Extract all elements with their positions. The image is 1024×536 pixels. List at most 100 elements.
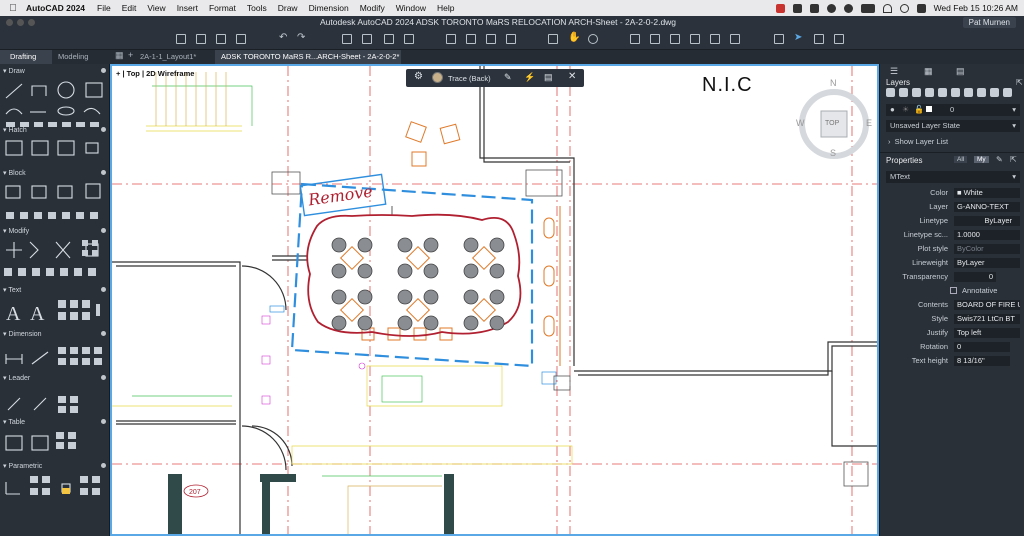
layer-color-swatch[interactable] [926, 106, 932, 112]
apple-menu-icon[interactable]:  [0, 3, 26, 14]
chevron-down-icon[interactable]: ▾ [1012, 171, 1016, 183]
section-parametric[interactable]: ▾ Parametric [0, 462, 110, 471]
menu-dimension[interactable]: Dimension [309, 3, 349, 13]
open-file-icon[interactable] [196, 34, 206, 44]
prop-row-color[interactable]: Color ■ White [886, 188, 1020, 198]
prop-value[interactable]: Top left [954, 328, 1020, 338]
search-icon[interactable] [899, 3, 909, 13]
properties-tab-all[interactable]: All [954, 156, 968, 163]
status-app-icon[interactable] [775, 3, 785, 13]
properties-tab-icon[interactable]: ▤ [956, 66, 965, 77]
prop-row-linetype-scale[interactable]: Linetype sc... 1.0000 [886, 230, 1020, 240]
settings-dot-icon[interactable] [101, 331, 106, 336]
status-icon[interactable] [792, 3, 802, 13]
view-menu-button[interactable]: Top [127, 69, 140, 78]
layer-lock-icon[interactable] [990, 88, 999, 97]
layer-match-icon[interactable] [650, 34, 660, 44]
chevron-down-icon[interactable]: ▾ [1012, 105, 1016, 114]
book-icon[interactable] [774, 34, 784, 44]
annotative-checkbox[interactable] [950, 287, 957, 294]
prop-row-justify[interactable]: Justify Top left [886, 328, 1020, 338]
viewcube-west[interactable]: W [796, 118, 805, 128]
new-layer-icon[interactable] [886, 88, 895, 97]
panel-expand-icon[interactable]: ⇱ [1016, 78, 1023, 87]
app-menu[interactable]: AutoCAD 2024 [26, 3, 85, 13]
help-icon[interactable] [834, 34, 844, 44]
section-text[interactable]: ▾ Text [0, 286, 110, 295]
layer-freeze-state-icon[interactable]: ☀ [902, 105, 909, 114]
layer-tools-icon[interactable] [630, 34, 640, 44]
prop-row-text-height[interactable]: Text height 8 13/16" [886, 356, 1020, 366]
edit-trace-icon[interactable]: ✎ [504, 72, 512, 83]
print-icon[interactable] [384, 34, 394, 44]
menu-edit[interactable]: Edit [122, 3, 137, 13]
control-center-icon[interactable] [916, 3, 926, 13]
layer-match-icon[interactable] [912, 88, 921, 97]
markup-icon[interactable]: ⚡ [524, 72, 535, 83]
prop-value[interactable]: ByLayer [954, 258, 1020, 268]
prop-row-annotative[interactable]: Annotative [886, 286, 1020, 296]
settings-dot-icon[interactable] [101, 463, 106, 468]
save-as-icon[interactable] [236, 34, 246, 44]
viewcube-north[interactable]: N [830, 78, 837, 88]
status-icon[interactable] [809, 3, 819, 13]
layer-iso-icon[interactable] [938, 88, 947, 97]
settings-dot-icon[interactable] [101, 419, 106, 424]
redo-icon[interactable]: ↷ [297, 32, 307, 43]
prop-value[interactable]: 0 [954, 272, 996, 282]
plot-preview-icon[interactable] [362, 34, 372, 44]
section-table[interactable]: ▾ Table [0, 418, 110, 427]
prop-value[interactable]: Swis721 LtCn BT [954, 314, 1020, 324]
show-layer-list-toggle[interactable]: › Show Layer List [888, 137, 948, 146]
prop-value[interactable]: 0 [954, 342, 1010, 352]
battery-icon[interactable] [860, 3, 875, 13]
add-tab-icon[interactable]: + [128, 50, 133, 60]
user-account-button[interactable]: Pat Murnen [962, 17, 1016, 28]
menu-format[interactable]: Format [209, 3, 236, 13]
menu-view[interactable]: View [147, 3, 165, 13]
prop-row-plot-style[interactable]: Plot style ByColor [886, 244, 1020, 254]
panel-expand-icon[interactable]: ⇱ [1010, 155, 1017, 164]
menu-insert[interactable]: Insert [177, 3, 198, 13]
menu-draw[interactable]: Draw [278, 3, 298, 13]
viewcube-east[interactable]: E [866, 118, 872, 128]
menu-help[interactable]: Help [437, 3, 454, 13]
minimize-window-icon[interactable] [17, 19, 24, 26]
tab-modeling[interactable]: Modeling [58, 52, 88, 61]
doc-tab-layout[interactable]: 2A-1-1_Layout1* [140, 52, 196, 61]
settings-dot-icon[interactable] [101, 375, 106, 380]
share-icon[interactable] [506, 34, 516, 44]
menu-file[interactable]: File [97, 3, 111, 13]
layer-lock-state-icon[interactable]: 🔓 [914, 105, 924, 114]
clock[interactable]: Wed Feb 15 10:26 AM [934, 3, 1018, 13]
floor-plan-drawing[interactable]: 207 [112, 66, 877, 534]
cloud-icon[interactable] [814, 34, 824, 44]
chevron-down-icon[interactable]: ▾ [1012, 120, 1016, 132]
gear-icon[interactable]: ⚙ [414, 71, 423, 82]
menu-modify[interactable]: Modify [360, 3, 385, 13]
settings-dot-icon[interactable] [101, 68, 106, 73]
export-icon[interactable] [486, 34, 496, 44]
section-block[interactable]: ▾ Block [0, 169, 110, 178]
layer-state-dropdown[interactable]: Unsaved Layer State ▾ [886, 120, 1020, 132]
prop-row-lineweight[interactable]: Lineweight ByLayer [886, 258, 1020, 268]
current-layer-dropdown[interactable]: ● ☀ 🔓 0 ▾ [886, 104, 1020, 116]
prop-row-transparency[interactable]: Transparency 0 [886, 272, 1020, 282]
pan-hand-icon[interactable]: ✋ [568, 32, 580, 43]
properties-tab-my[interactable]: My [974, 156, 989, 163]
layer-freeze-icon[interactable] [710, 34, 720, 44]
sheet-icon[interactable] [446, 34, 456, 44]
prop-row-rotation[interactable]: Rotation 0 [886, 342, 1020, 352]
send-icon[interactable]: ➤ [794, 32, 804, 43]
section-dimension[interactable]: ▾ Dimension [0, 330, 110, 339]
prop-row-contents[interactable]: Contents BOARD OF FIRE U... [886, 300, 1020, 310]
share-trace-icon[interactable]: ▤ [544, 72, 553, 83]
zoom-window-icon[interactable] [28, 19, 35, 26]
save-icon[interactable] [216, 34, 226, 44]
new-file-icon[interactable] [176, 34, 186, 44]
layer-previous-icon[interactable] [925, 88, 934, 97]
layer-off-icon[interactable] [977, 88, 986, 97]
prop-row-style[interactable]: Style Swis721 LtCn BT [886, 314, 1020, 324]
plot-icon[interactable] [342, 34, 352, 44]
layer-freeze-icon[interactable] [964, 88, 973, 97]
